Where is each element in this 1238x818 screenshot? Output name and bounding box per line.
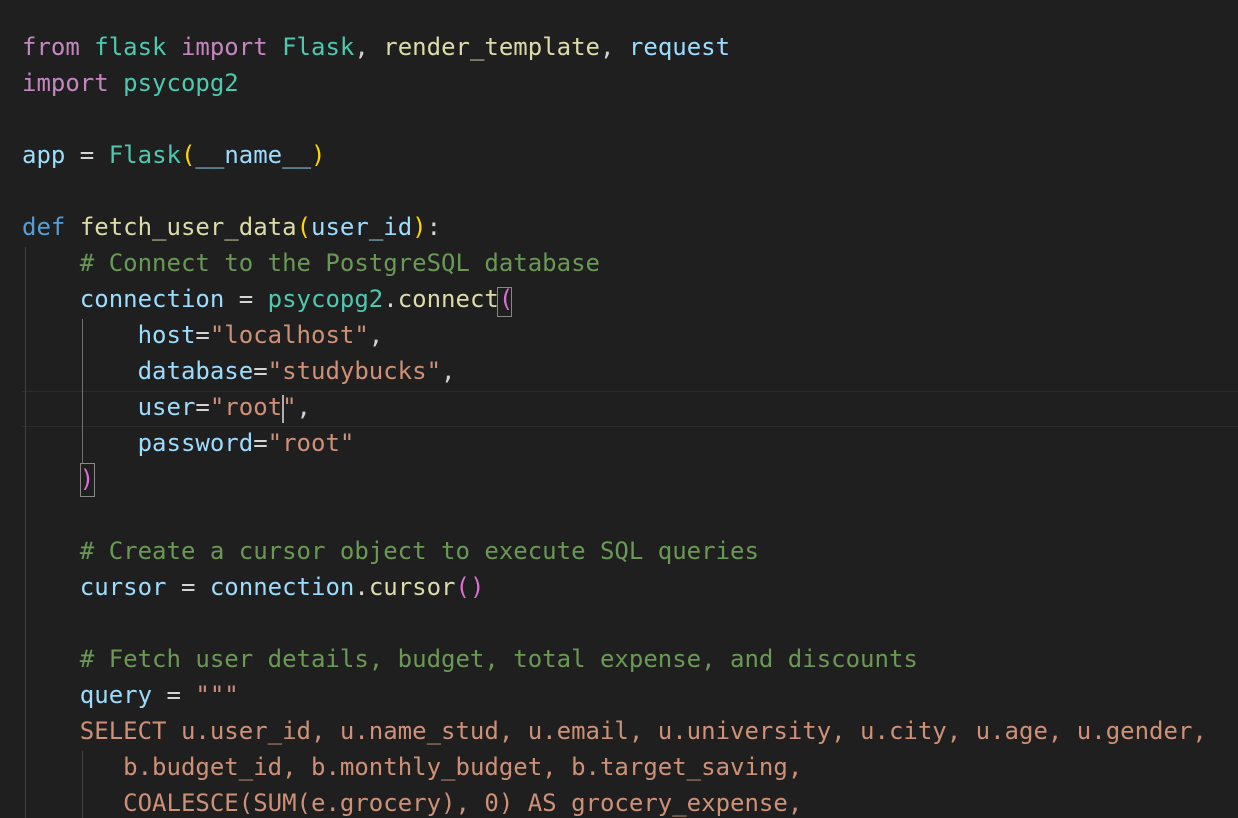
comment: # Create a cursor object to execute SQL … bbox=[79, 537, 759, 565]
code-line-13[interactable]: ) bbox=[22, 461, 94, 497]
function-name: connect bbox=[397, 285, 499, 313]
text-cursor bbox=[282, 395, 284, 423]
operator: = bbox=[253, 429, 268, 457]
code-line-20[interactable]: SELECT u.user_id, u.name_stud, u.email, … bbox=[22, 713, 1207, 749]
class-name: Flask bbox=[108, 141, 181, 169]
variable-name: connection bbox=[79, 285, 225, 313]
bracket: ) bbox=[412, 213, 427, 241]
function-name: render_template bbox=[383, 33, 601, 61]
code-line-11[interactable]: user="root", bbox=[22, 389, 311, 425]
keyword-import: import bbox=[22, 69, 109, 97]
keyword-argument: host bbox=[137, 321, 196, 349]
bracket: ) bbox=[311, 141, 326, 169]
operator: = bbox=[195, 321, 210, 349]
module-name: psycopg2 bbox=[267, 285, 384, 313]
code-line-19[interactable]: query = """ bbox=[22, 677, 239, 713]
sql-string: SELECT u.user_id, u.name_stud, u.email, … bbox=[79, 717, 1207, 745]
bracket: () bbox=[455, 573, 485, 601]
punctuation: : bbox=[426, 213, 442, 241]
operator: = bbox=[224, 285, 268, 313]
comment: # Fetch user details, budget, total expe… bbox=[79, 645, 918, 673]
operator: = bbox=[166, 573, 210, 601]
operator: = bbox=[253, 357, 268, 385]
code-line-12[interactable]: password="root" bbox=[22, 425, 355, 461]
code-line-21[interactable]: b.budget_id, b.monthly_budget, b.target_… bbox=[22, 749, 802, 785]
string-literal: "studybucks" bbox=[267, 357, 442, 385]
variable-name: query bbox=[79, 681, 153, 709]
punctuation: , bbox=[354, 33, 384, 61]
code-editor[interactable]: from flask import Flask, render_template… bbox=[0, 0, 1238, 818]
punctuation: . bbox=[354, 573, 369, 601]
operator: = bbox=[65, 141, 109, 169]
variable-name: request bbox=[628, 33, 731, 61]
argument: __name__ bbox=[195, 141, 312, 169]
object-name: connection bbox=[209, 573, 355, 601]
keyword-argument: user bbox=[137, 393, 196, 421]
variable-name: cursor bbox=[79, 573, 167, 601]
string-literal: "localhost" bbox=[209, 321, 369, 349]
keyword-argument: database bbox=[137, 357, 254, 385]
sql-string: b.budget_id, b.monthly_budget, b.target_… bbox=[123, 753, 803, 781]
module-name: flask bbox=[94, 33, 167, 61]
module-name: psycopg2 bbox=[123, 69, 239, 97]
string-literal: """ bbox=[195, 681, 239, 709]
keyword-def: def bbox=[22, 213, 66, 241]
code-line-9[interactable]: host="localhost", bbox=[22, 317, 384, 353]
code-line-4[interactable]: app = Flask(__name__) bbox=[22, 137, 325, 173]
code-line-18[interactable]: # Fetch user details, budget, total expe… bbox=[22, 641, 918, 677]
string-literal: "root" bbox=[267, 429, 355, 457]
punctuation: , bbox=[296, 393, 311, 421]
keyword-argument: password bbox=[137, 429, 254, 457]
code-line-6[interactable]: def fetch_user_data(user_id): bbox=[22, 209, 441, 245]
keyword-from: from bbox=[22, 33, 80, 61]
sql-string: COALESCE(SUM(e.grocery), 0) AS grocery_e… bbox=[123, 789, 803, 817]
comment: # Connect to the PostgreSQL database bbox=[79, 249, 600, 277]
bracket: ) bbox=[79, 465, 95, 493]
code-line-7[interactable]: # Connect to the PostgreSQL database bbox=[22, 245, 600, 281]
parameter: user_id bbox=[311, 213, 413, 241]
function-name: fetch_user_data bbox=[79, 213, 297, 241]
variable-name: app bbox=[22, 141, 66, 169]
punctuation: , bbox=[368, 321, 384, 349]
code-line-22[interactable]: COALESCE(SUM(e.grocery), 0) AS grocery_e… bbox=[22, 785, 802, 818]
code-line-10[interactable]: database="studybucks", bbox=[22, 353, 456, 389]
code-line-15[interactable]: # Create a cursor object to execute SQL … bbox=[22, 533, 759, 569]
punctuation: . bbox=[383, 285, 398, 313]
operator: = bbox=[152, 681, 196, 709]
operator: = bbox=[195, 393, 210, 421]
punctuation: , bbox=[441, 357, 456, 385]
code-line-16[interactable]: cursor = connection.cursor() bbox=[22, 569, 485, 605]
code-line-2[interactable]: import psycopg2 bbox=[22, 65, 239, 101]
punctuation: , bbox=[600, 33, 629, 61]
bracket: ( bbox=[296, 213, 312, 241]
bracket: ( bbox=[180, 141, 196, 169]
class-name: Flask bbox=[282, 33, 355, 61]
keyword-import: import bbox=[180, 33, 268, 61]
function-name: cursor bbox=[368, 573, 456, 601]
code-line-8[interactable]: connection = psycopg2.connect( bbox=[22, 281, 514, 317]
code-line-1[interactable]: from flask import Flask, render_template… bbox=[22, 29, 730, 65]
bracket: ( bbox=[498, 285, 514, 313]
